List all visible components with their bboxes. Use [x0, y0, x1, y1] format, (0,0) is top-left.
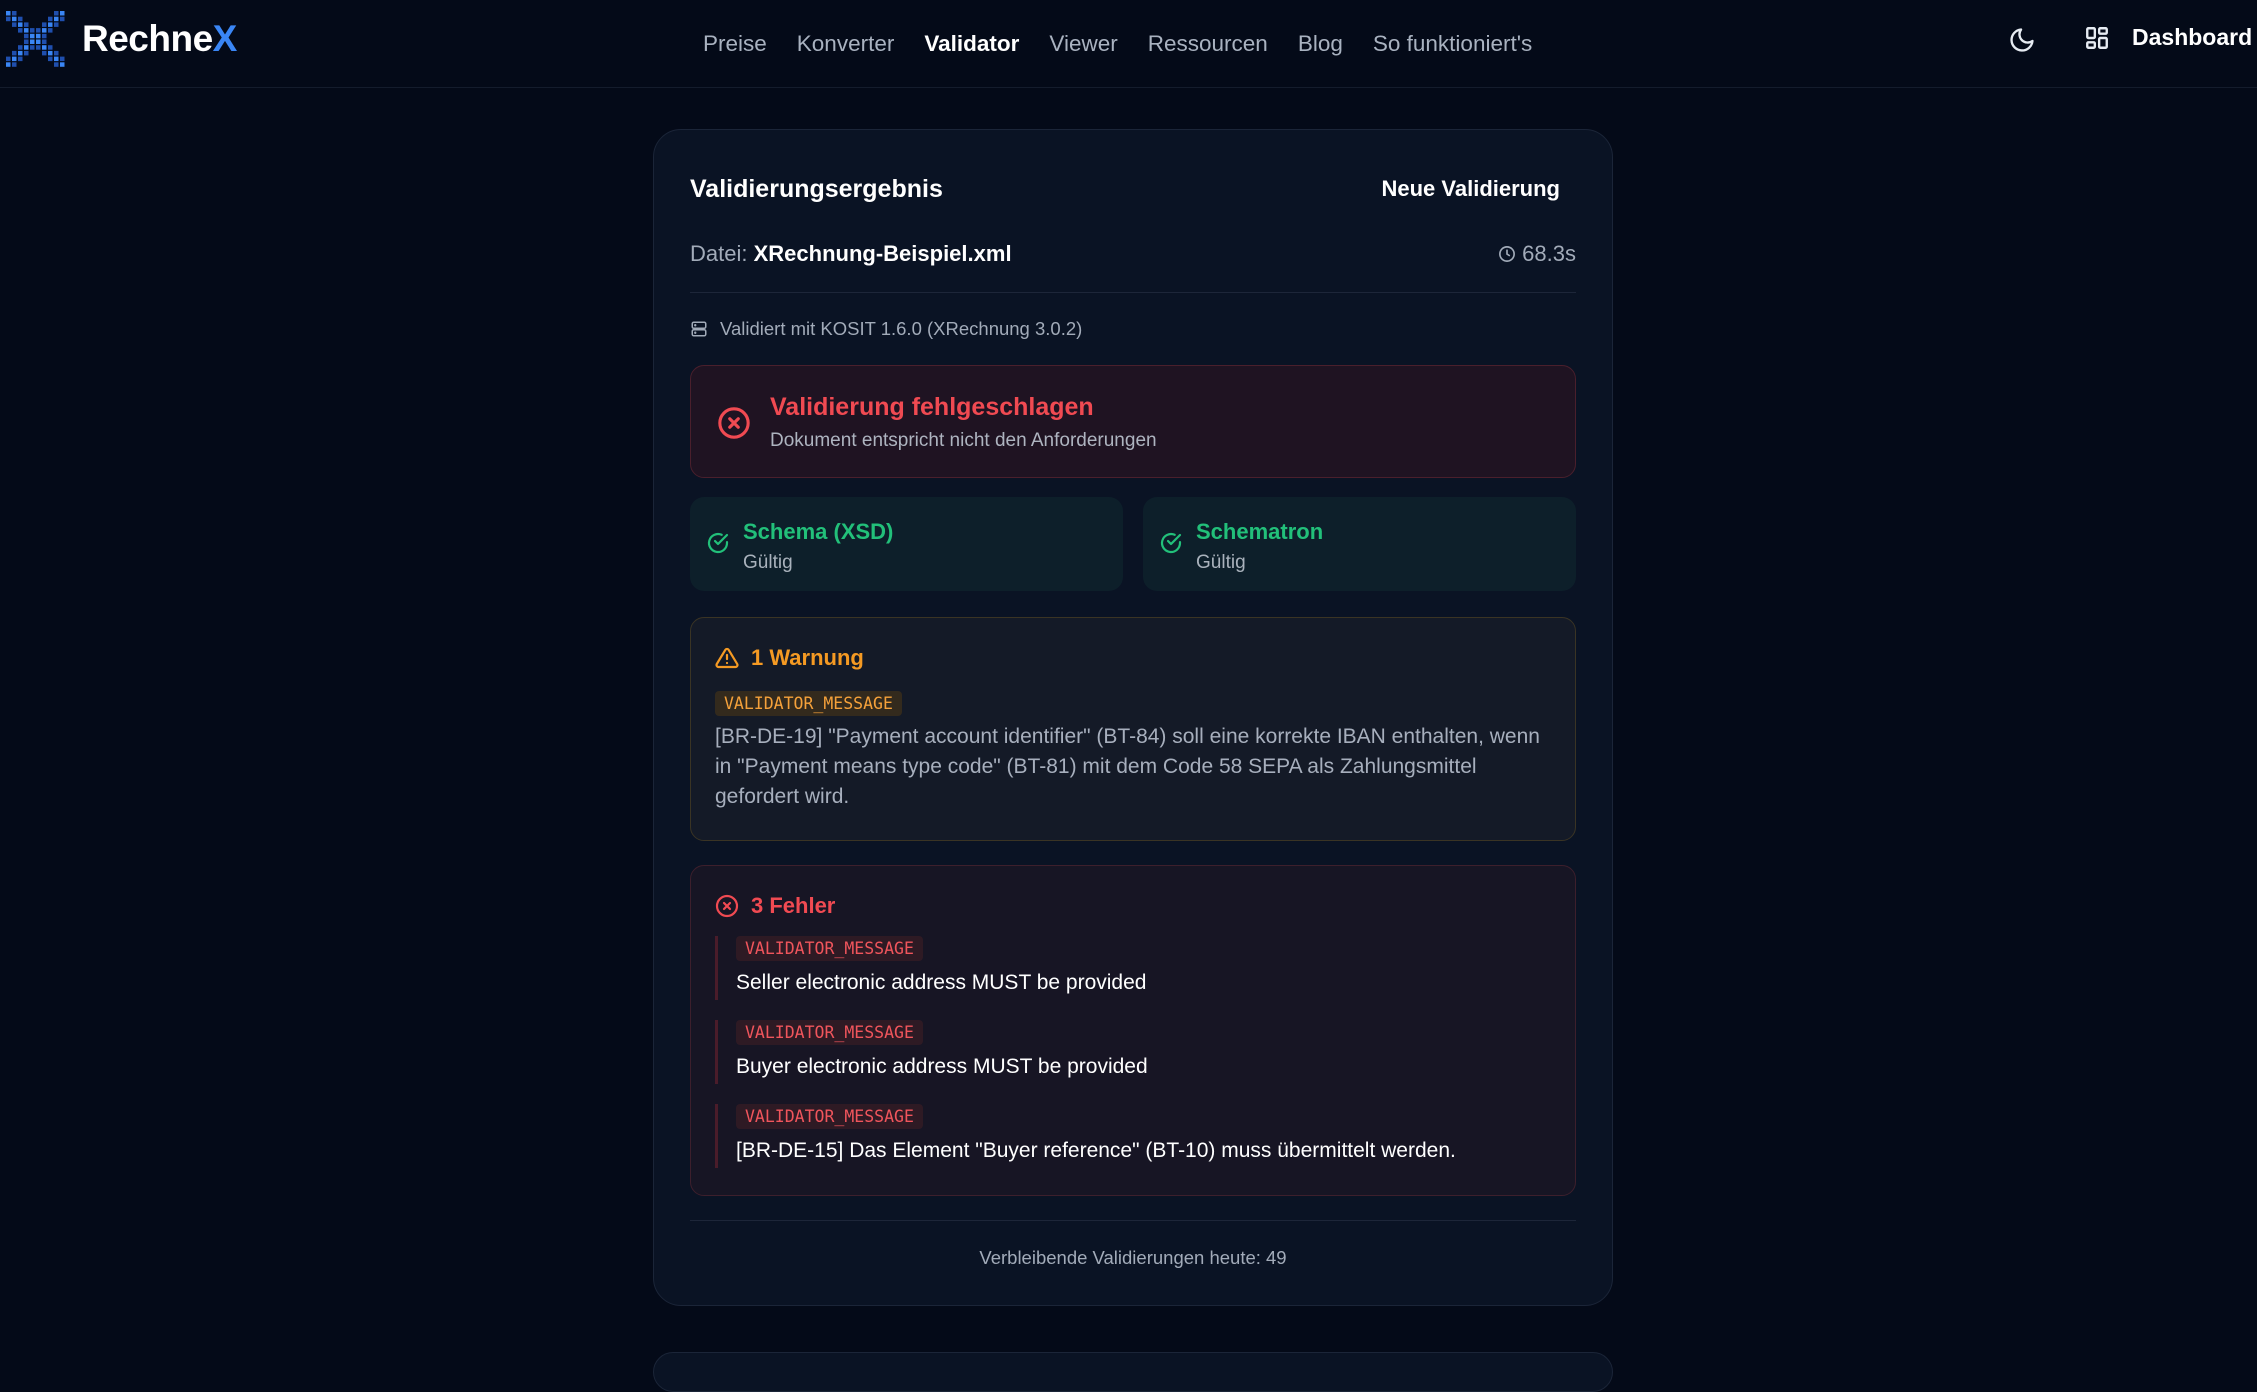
check-name: Schematron: [1196, 519, 1324, 544]
status-subtitle: Dokument entspricht nicht den Anforderun…: [770, 430, 1157, 451]
nav-link-preise[interactable]: Preise: [703, 31, 767, 57]
warnings-heading: 1 Warnung: [715, 645, 864, 671]
result-title: Validierungsergebnis: [690, 175, 943, 203]
new-validation-button[interactable]: Neue Validierung: [1382, 176, 1561, 202]
check-circle-icon: [707, 532, 729, 554]
nav-link-konverter[interactable]: Konverter: [797, 31, 895, 57]
check-schema-xsd: Schema (XSD) Gültig: [690, 497, 1123, 591]
nav-link-so-funktionierts[interactable]: So funktioniert's: [1373, 31, 1532, 57]
nav-link-validator[interactable]: Validator: [924, 31, 1019, 57]
warning-tag: VALIDATOR_MESSAGE: [715, 691, 902, 716]
error-item: VALIDATOR_MESSAGE Seller electronic addr…: [715, 936, 1558, 1000]
error-message: [BR-DE-15] Das Element "Buyer reference"…: [736, 1139, 1456, 1162]
warnings-section: 1 Warnung VALIDATOR_MESSAGE [BR-DE-19] "…: [690, 617, 1576, 841]
moon-icon[interactable]: [2008, 26, 2036, 54]
error-tag: VALIDATOR_MESSAGE: [736, 1104, 923, 1129]
nav-link-viewer[interactable]: Viewer: [1049, 31, 1117, 57]
error-item: VALIDATOR_MESSAGE Buyer electronic addre…: [715, 1020, 1558, 1084]
error-tag: VALIDATOR_MESSAGE: [736, 936, 923, 961]
brand-name: RechneX: [82, 18, 237, 59]
file-label: Datei:: [690, 241, 748, 266]
check-status: Gültig: [1196, 552, 1246, 573]
validation-result-card: Validierungsergebnis Neue Validierung Da…: [653, 129, 1613, 1306]
validator-info-text: Validiert mit KOSIT 1.6.0 (XRechnung 3.0…: [720, 318, 1083, 339]
errors-heading: 3 Fehler: [715, 893, 835, 919]
remaining-validations: Verbleibende Validierungen heute: 49: [979, 1247, 1287, 1268]
grid-icon: [2086, 26, 2108, 49]
check-circle-icon: [1160, 532, 1182, 554]
dashboard-label: Dashboard: [2132, 24, 2253, 50]
warning-triangle-icon: [715, 647, 739, 669]
dashboard-button[interactable]: Dashboard: [2084, 24, 2252, 51]
file-info: Datei: XRechnung-Beispiel.xml: [690, 241, 1012, 267]
logo[interactable]: RechneX: [4, 10, 237, 68]
validator-info: Validiert mit KOSIT 1.6.0 (XRechnung 3.0…: [690, 318, 1082, 340]
next-card: [653, 1352, 1613, 1392]
x-circle-icon: [718, 407, 750, 439]
errors-section: 3 Fehler VALIDATOR_MESSAGE Seller electr…: [690, 865, 1576, 1196]
check-status: Gültig: [743, 552, 793, 573]
server-icon: [691, 321, 707, 337]
divider: [690, 292, 1576, 293]
duration: 68.3s: [1498, 241, 1576, 267]
error-message: Seller electronic address MUST be provid…: [736, 971, 1147, 994]
check-name: Schema (XSD): [743, 519, 894, 544]
duration-value: 68.3s: [1522, 241, 1576, 266]
check-schematron: Schematron Gültig: [1143, 497, 1576, 591]
error-message: Buyer electronic address MUST be provide…: [736, 1055, 1148, 1078]
top-navbar: RechneX Preise Konverter Validator Viewe…: [0, 0, 2257, 88]
warning-message: [BR-DE-19] "Payment account identifier" …: [715, 725, 1540, 808]
file-name: XRechnung-Beispiel.xml: [753, 241, 1012, 266]
status-title: Validierung fehlgeschlagen: [770, 393, 1094, 421]
main-nav: Preise Konverter Validator Viewer Ressou…: [703, 24, 1532, 64]
divider: [690, 1220, 1576, 1221]
status-banner-failed: Validierung fehlgeschlagen Dokument ents…: [690, 365, 1576, 478]
x-circle-icon: [715, 894, 739, 918]
logo-x-icon: [6, 11, 65, 67]
clock-icon: [1499, 246, 1516, 262]
nav-link-ressourcen[interactable]: Ressourcen: [1148, 31, 1268, 57]
error-item: VALIDATOR_MESSAGE [BR-DE-15] Das Element…: [715, 1104, 1558, 1168]
nav-link-blog[interactable]: Blog: [1298, 31, 1343, 57]
error-tag: VALIDATOR_MESSAGE: [736, 1020, 923, 1045]
